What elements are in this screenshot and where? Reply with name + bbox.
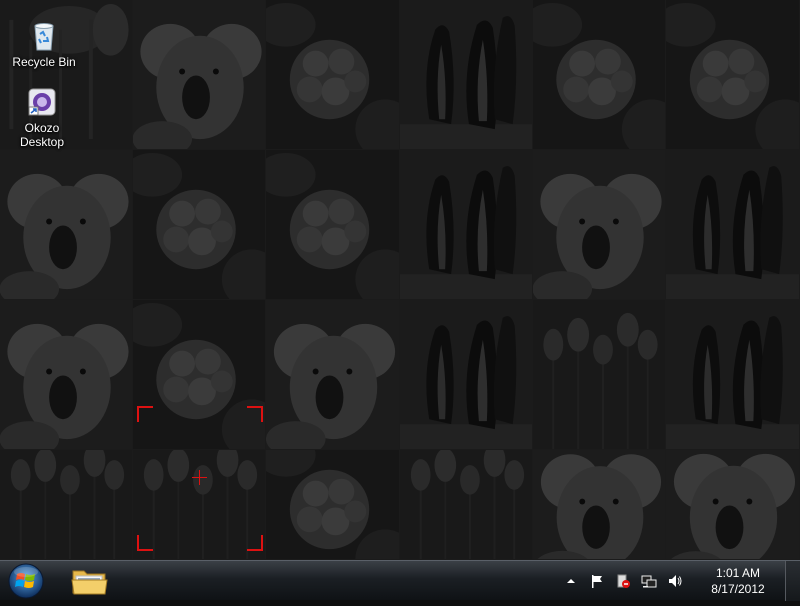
okozo-desktop-label-line1: Okozo xyxy=(24,121,60,135)
tile-penguins-r2-c4[interactable] xyxy=(400,150,533,300)
tile-penguins-r2-c6[interactable] xyxy=(666,150,800,300)
tile-hydrangea-r4-c3[interactable] xyxy=(266,450,400,560)
okozo-desktop-label-line2: Desktop xyxy=(19,135,65,149)
system-tray xyxy=(558,561,688,601)
tile-koala-r2-c5[interactable] xyxy=(533,150,666,300)
hydrangea-photo xyxy=(133,150,265,299)
selection-bracket-bottom-right xyxy=(247,535,263,551)
tulips-photo xyxy=(0,450,132,559)
device-eject-icon[interactable] xyxy=(615,573,631,589)
windows-orb-icon xyxy=(8,563,44,599)
penguins-photo xyxy=(666,150,799,299)
tile-penguins-r3-c6[interactable] xyxy=(666,300,800,450)
tile-hydrangea-r1-c6[interactable] xyxy=(666,0,800,150)
tulips-photo xyxy=(400,450,532,559)
tile-koala-r4-c6[interactable] xyxy=(666,450,800,560)
selection-bracket-top-left xyxy=(137,406,153,422)
recycle-bin-shortcut[interactable]: Recycle Bin xyxy=(6,20,82,69)
crosshair-cursor-icon xyxy=(192,470,207,485)
folder-icon xyxy=(71,570,108,595)
network-icon[interactable] xyxy=(641,573,657,589)
penguins-photo xyxy=(666,300,799,449)
koala-photo xyxy=(533,450,665,559)
tile-hydrangea-r1-c3[interactable] xyxy=(266,0,400,150)
koala-photo xyxy=(666,450,799,559)
recycle-bin-icon xyxy=(28,20,60,52)
clock-date: 8/17/2012 xyxy=(711,582,765,596)
tile-hydrangea-r3-c2[interactable] xyxy=(133,300,266,450)
tile-tulips-r4-c4[interactable] xyxy=(400,450,533,560)
tile-tulips-r4-c1[interactable] xyxy=(0,450,133,560)
tile-penguins-r3-c4[interactable] xyxy=(400,300,533,450)
koala-photo xyxy=(266,300,399,449)
tile-koala-r4-c5[interactable] xyxy=(533,450,666,560)
action-center-flag-icon[interactable] xyxy=(589,573,605,589)
penguins-photo xyxy=(400,0,532,149)
penguins-photo xyxy=(400,150,532,299)
show-desktop-button[interactable] xyxy=(785,561,800,601)
tulips-photo xyxy=(533,300,665,449)
selection-bracket-bottom-left xyxy=(137,535,153,551)
hydrangea-photo xyxy=(266,450,399,559)
hydrangea-photo xyxy=(533,0,665,149)
hydrangea-photo xyxy=(266,150,399,299)
tile-koala-r2-c1[interactable] xyxy=(0,150,133,300)
tile-hydrangea-r2-c3[interactable] xyxy=(266,150,400,300)
tile-penguins-r1-c4[interactable] xyxy=(400,0,533,150)
tile-tulips-r3-c5[interactable] xyxy=(533,300,666,450)
volume-icon[interactable] xyxy=(667,573,683,589)
tile-hydrangea-r2-c2[interactable] xyxy=(133,150,266,300)
hydrangea-photo xyxy=(666,0,799,149)
koala-photo xyxy=(133,0,265,149)
start-button[interactable] xyxy=(4,561,48,601)
okozo-desktop-icon xyxy=(26,86,58,118)
show-hidden-icons-chevron[interactable] xyxy=(563,573,579,589)
picture-grid xyxy=(0,0,800,560)
koala-photo xyxy=(0,150,132,299)
tile-koala-r3-c1[interactable] xyxy=(0,300,133,450)
taskbar: 1:01 AM 8/17/2012 xyxy=(0,560,800,601)
windows-explorer-button[interactable] xyxy=(64,562,116,600)
koala-photo xyxy=(533,150,665,299)
tile-hydrangea-r1-c5[interactable] xyxy=(533,0,666,150)
tile-koala-r1-c2[interactable] xyxy=(133,0,266,150)
tile-koala-r3-c3[interactable] xyxy=(266,300,400,450)
recycle-bin-label: Recycle Bin xyxy=(12,55,76,69)
taskbar-clock[interactable]: 1:01 AM 8/17/2012 xyxy=(700,565,776,597)
clock-time: 1:01 AM xyxy=(715,566,761,580)
hydrangea-photo xyxy=(133,300,265,449)
koala-photo xyxy=(0,300,132,449)
hydrangea-photo xyxy=(266,0,399,149)
selection-bracket-top-right xyxy=(247,406,263,422)
penguins-photo xyxy=(400,300,532,449)
okozo-desktop-shortcut[interactable]: Okozo Desktop xyxy=(4,86,80,149)
